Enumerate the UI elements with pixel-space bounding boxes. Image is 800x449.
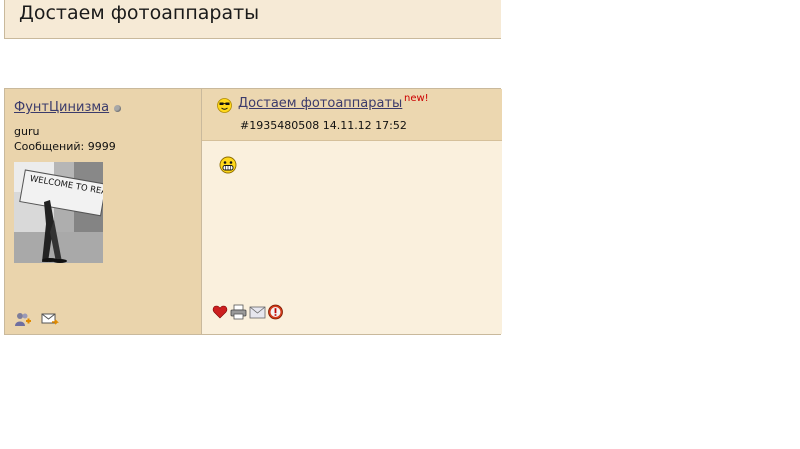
post-title-link[interactable]: Достаем фотоаппараты xyxy=(238,96,402,111)
private-message-icon[interactable] xyxy=(41,311,59,327)
offline-status-icon xyxy=(114,105,121,112)
report-icon[interactable] xyxy=(267,304,285,320)
author-name-link[interactable]: ФунтЦинизма xyxy=(14,100,109,115)
forum-post: ФунтЦинизма guru Сообщений: 9999 WELCOME… xyxy=(4,88,502,335)
post-header: Достаем фотоаппараты new! #1935480508 14… xyxy=(202,89,502,141)
print-icon[interactable] xyxy=(230,304,248,320)
grin-smiley-icon xyxy=(219,156,237,174)
author-rank: guru xyxy=(14,125,40,138)
post-meta: #1935480508 14.11.12 17:52 xyxy=(240,119,407,132)
avatar: WELCOME TO REALITY xyxy=(14,162,103,263)
page-title: Достаем фотоаппараты xyxy=(19,2,260,24)
heart-icon[interactable] xyxy=(212,304,230,320)
cool-smiley-icon xyxy=(217,98,232,113)
new-badge: new! xyxy=(404,93,429,104)
post-content-panel: Достаем фотоаппараты new! #1935480508 14… xyxy=(202,89,502,334)
email-icon[interactable] xyxy=(249,304,267,320)
add-friend-icon[interactable] xyxy=(14,311,32,327)
author-post-count: Сообщений: 9999 xyxy=(14,140,116,153)
topic-header: Достаем фотоаппараты xyxy=(4,0,501,39)
author-panel: ФунтЦинизма guru Сообщений: 9999 WELCOME… xyxy=(5,89,202,334)
